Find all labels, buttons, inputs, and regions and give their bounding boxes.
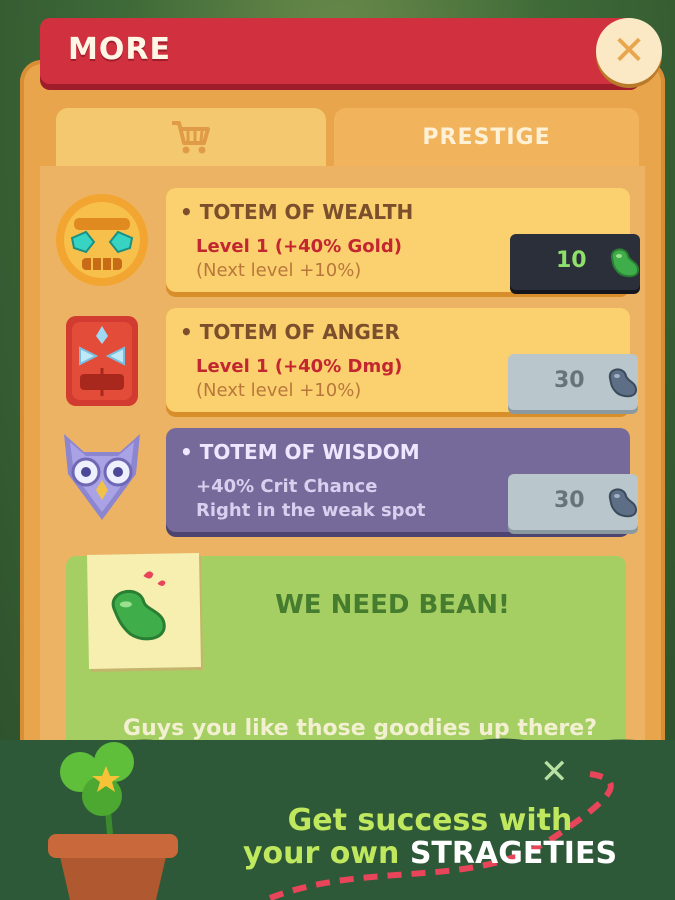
totem-wisdom-icon (64, 434, 140, 520)
totem-title: • TOTEM OF WEALTH (180, 200, 414, 224)
totem-wealth-icon (56, 194, 148, 286)
notice-title: WE NEED BEAN! (275, 590, 510, 620)
close-button[interactable]: ✕ (596, 18, 662, 84)
totem-effect: +40% Crit Chance (196, 476, 378, 497)
bean-icon (608, 368, 638, 398)
totem-title: • TOTEM OF ANGER (180, 320, 400, 344)
close-icon: ✕ (612, 28, 646, 74)
bean-icon (610, 248, 640, 278)
totem-description: Right in the weak spot (196, 500, 426, 521)
header-bar: MORE (40, 18, 640, 84)
buy-anger-button[interactable]: 30 (508, 354, 638, 410)
cost-value: 10 (556, 248, 587, 273)
cost-value: 30 (554, 488, 585, 513)
promo-line-1: Get success with (287, 803, 573, 838)
buy-wisdom-button[interactable]: 30 (508, 474, 638, 530)
totem-level: Level 1 (+40% Dmg) (196, 356, 403, 377)
page-title: MORE (68, 32, 171, 67)
promo-text: Get success with your own STRAGETIES (210, 804, 650, 870)
totem-next-level: (Next level +10%) (196, 260, 362, 281)
clover-pot-icon (48, 742, 178, 900)
bean-icon (608, 488, 638, 518)
totem-next-level: (Next level +10%) (196, 380, 362, 401)
promo-line-2: your own STRAGETIES (210, 837, 650, 870)
cost-value: 30 (554, 368, 585, 393)
tab-shop[interactable] (56, 108, 326, 166)
tab-prestige-label: PRESTIGE (422, 124, 551, 150)
x-mark-icon: ✕ (540, 752, 569, 792)
buy-wealth-button[interactable]: 10 (510, 234, 640, 290)
totem-level: Level 1 (+40% Gold) (196, 236, 402, 257)
totem-anger-icon (66, 316, 138, 406)
promo-highlight: STRAGETIES (409, 836, 618, 871)
totem-title: • TOTEM OF WISDOM (180, 440, 420, 464)
tab-prestige[interactable]: PRESTIGE (334, 108, 639, 166)
promo-line-2-prefix: your own (242, 836, 410, 871)
shopping-cart-icon (172, 121, 210, 154)
